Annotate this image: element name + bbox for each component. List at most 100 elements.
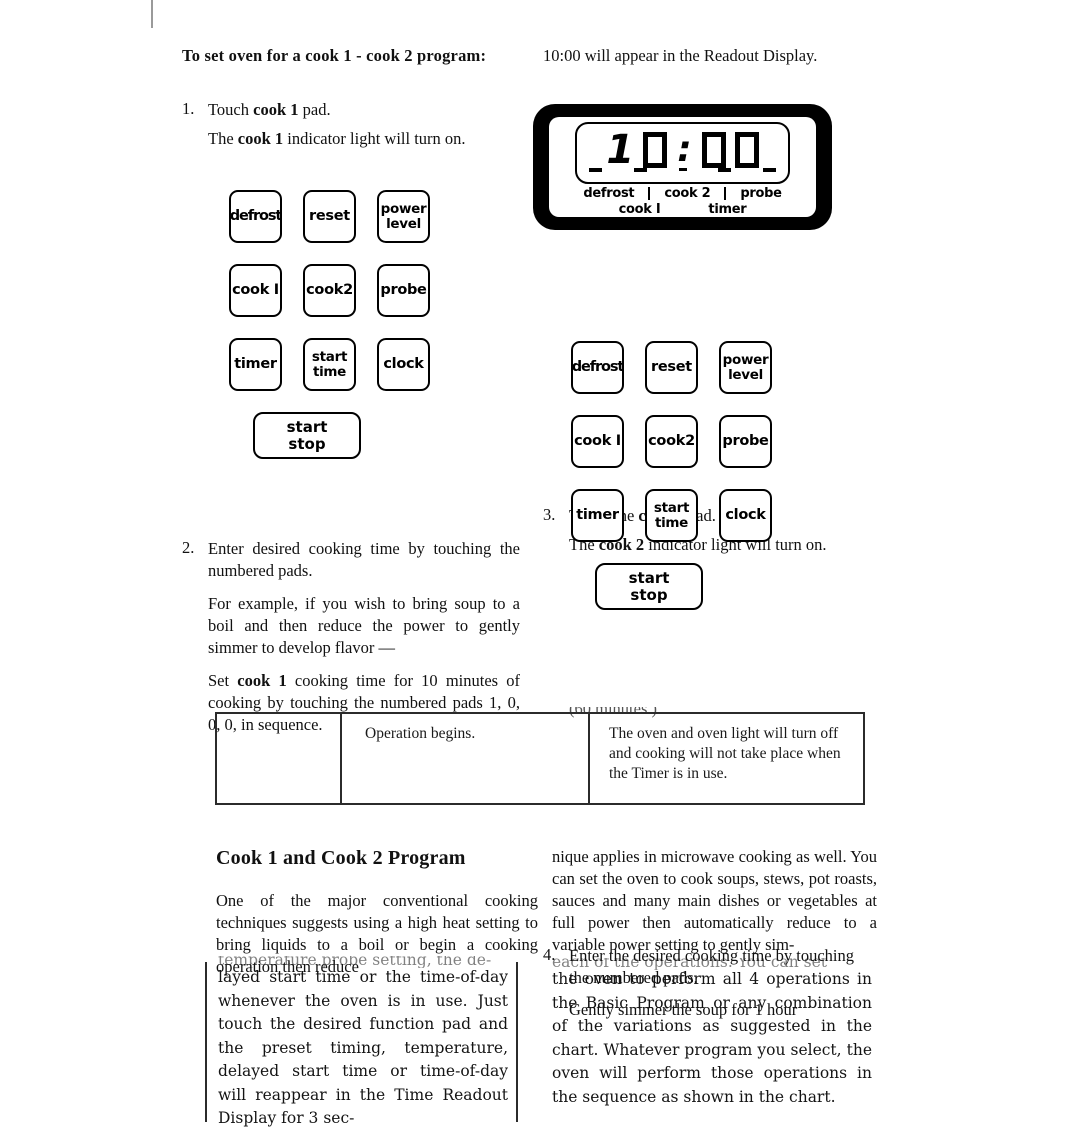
keypad-diagram-1: defrost reset power level cook I cook2 p…: [229, 190, 430, 459]
table-rule-mid-2: [588, 712, 590, 805]
key-timer[interactable]: timer: [229, 338, 282, 391]
key2-clock[interactable]: clock: [719, 489, 772, 542]
scan-registration-tick: [151, 0, 153, 28]
digit-1: 1: [606, 127, 635, 173]
step-1-number: 1.: [182, 99, 195, 118]
indicator-labels-bottom: cook I timer: [557, 202, 808, 217]
key-cook-1[interactable]: cook I: [229, 264, 282, 317]
indicator-label-defrost: defrost: [583, 186, 635, 201]
bottom-right-paragraph: nique applies in microwave cooking as we…: [552, 847, 877, 954]
key2-cook-1[interactable]: cook I: [571, 415, 624, 468]
key2-cook-2-label: cook2: [648, 433, 695, 449]
overlapping-table-fragment: Operation begins. The oven and oven ligh…: [215, 712, 865, 805]
indicator-labels-top: defrost cook 2 probe: [557, 186, 808, 201]
scanned-manual-page: To set oven for a cook 1 - cook 2 progra…: [0, 0, 1080, 1127]
indicator-label-cook2: cook 2: [664, 186, 711, 201]
key2-power-level-label-2: level: [728, 366, 763, 383]
keypad-row-3: timer start time clock: [229, 338, 430, 391]
step-2-set-bold: cook 1: [237, 671, 287, 690]
step-2-set-pre: Set: [208, 671, 238, 690]
keypad-row-4: start stop: [229, 412, 430, 459]
key-cook-2[interactable]: cook2: [303, 264, 356, 317]
overlap-rule-left: [205, 962, 207, 1122]
indicator-dash-probe: [763, 168, 776, 172]
key2-start-stop[interactable]: start stop: [595, 563, 703, 610]
readout-intro-text: 10:00 will appear in the Readout Display…: [543, 46, 818, 65]
digit-colon: :: [677, 129, 692, 170]
left-heading: To set oven for a cook 1 - cook 2 progra…: [182, 46, 487, 65]
key-start-time[interactable]: start time: [303, 338, 356, 391]
key-start-stop-label-2: stop: [288, 434, 326, 453]
indicator-label-probe: probe: [740, 186, 782, 201]
key2-defrost-label: defrost: [571, 359, 624, 375]
indicator-label-cook1: cook I: [618, 202, 661, 217]
key2-defrost[interactable]: defrost: [571, 341, 624, 394]
step-1-body: The cook 1 indicator light will turn on.: [208, 128, 520, 150]
key-reset-label: reset: [309, 208, 350, 224]
key2-power-level[interactable]: power level: [719, 341, 772, 394]
key-probe[interactable]: probe: [377, 264, 430, 317]
key-power-level-label-1: power: [380, 201, 427, 217]
step-2-example: For example, if you wish to bring soup t…: [208, 594, 520, 657]
key2-cook-2[interactable]: cook2: [645, 415, 698, 468]
step-1-body-post: indicator light will turn on.: [283, 129, 466, 148]
key-cook-2-label: cook2: [306, 282, 353, 298]
key2-timer[interactable]: timer: [571, 489, 624, 542]
key-reset[interactable]: reset: [303, 190, 356, 243]
keypad-row-1: defrost reset power level: [229, 190, 430, 243]
key2-reset-label: reset: [651, 359, 692, 375]
key2-power-level-label-1: power: [722, 352, 769, 368]
indicator-separator-1: [648, 187, 651, 200]
key-power-level[interactable]: power level: [377, 190, 430, 243]
step-2-lead: Enter desired cooking time by touching t…: [208, 539, 520, 580]
keypad-diagram-2: defrost reset power level cook I cook2 p…: [571, 341, 772, 610]
seven-segment-digits: 1 :: [583, 128, 782, 172]
key2-start-time-label-2: time: [654, 514, 689, 531]
key-start-time-label-1: start: [311, 349, 348, 365]
key2-clock-label: clock: [725, 507, 766, 523]
digit-2: [643, 132, 668, 168]
indicator-label-timer: timer: [708, 202, 747, 217]
step-1-line1: Touch cook 1 pad.: [208, 99, 520, 121]
key2-start-time[interactable]: start time: [645, 489, 698, 542]
readout-display: 1 : defrost cook 2 probe cook I timer: [533, 104, 832, 230]
readout-display-inner: 1 : defrost cook 2 probe cook I timer: [549, 117, 816, 217]
key-cook-1-label: cook I: [232, 282, 279, 298]
table-rule-left: [215, 712, 217, 805]
table-rule-right: [863, 712, 865, 805]
step-1-body-bold: cook 1: [237, 129, 284, 148]
keypad2-row-2: cook I cook2 probe: [571, 415, 772, 468]
step-1-body-pre: The: [208, 129, 238, 148]
table-rule-mid-1: [340, 712, 342, 805]
key2-start-stop-label-2: stop: [630, 585, 668, 604]
step-2-number: 2.: [182, 538, 195, 557]
key2-reset[interactable]: reset: [645, 341, 698, 394]
overlap-right-column: the oven to perform all 4 operations in …: [552, 970, 872, 1106]
key-clock[interactable]: clock: [377, 338, 430, 391]
key2-cook-1-label: cook I: [574, 433, 621, 449]
keypad-row-2: cook I cook2 probe: [229, 264, 430, 317]
seven-segment-window: 1 :: [575, 122, 790, 184]
keypad2-row-4: start stop: [571, 563, 772, 610]
key2-start-stop-label-1: start: [628, 568, 670, 587]
key-start-stop[interactable]: start stop: [253, 412, 361, 459]
table-rule-bottom: [215, 803, 865, 805]
table-cell-timer-note: The oven and oven light will turn off an…: [609, 725, 841, 782]
key-probe-label: probe: [380, 282, 427, 298]
key-start-stop-label-1: start: [286, 417, 328, 436]
step-1-line1-bold: cook 1: [253, 100, 299, 119]
indicator-dash-cook1: [633, 168, 647, 172]
key-defrost-label: defrost: [229, 208, 282, 224]
key-defrost[interactable]: defrost: [229, 190, 282, 243]
step-3-number: 3.: [543, 505, 556, 524]
key-power-level-label-2: level: [386, 215, 421, 232]
key-clock-label: clock: [383, 356, 424, 372]
digit-3: [701, 132, 726, 168]
bottom-heading: Cook 1 and Cook 2 Program: [216, 847, 466, 869]
key2-probe[interactable]: probe: [719, 415, 772, 468]
indicator-dash-defrost: [589, 168, 602, 172]
key2-start-time-label-1: start: [653, 500, 690, 516]
table-cell-operation: Operation begins.: [365, 725, 476, 742]
step-1-line1-post: pad.: [298, 100, 331, 119]
indicator-dash-timer: [718, 168, 732, 172]
